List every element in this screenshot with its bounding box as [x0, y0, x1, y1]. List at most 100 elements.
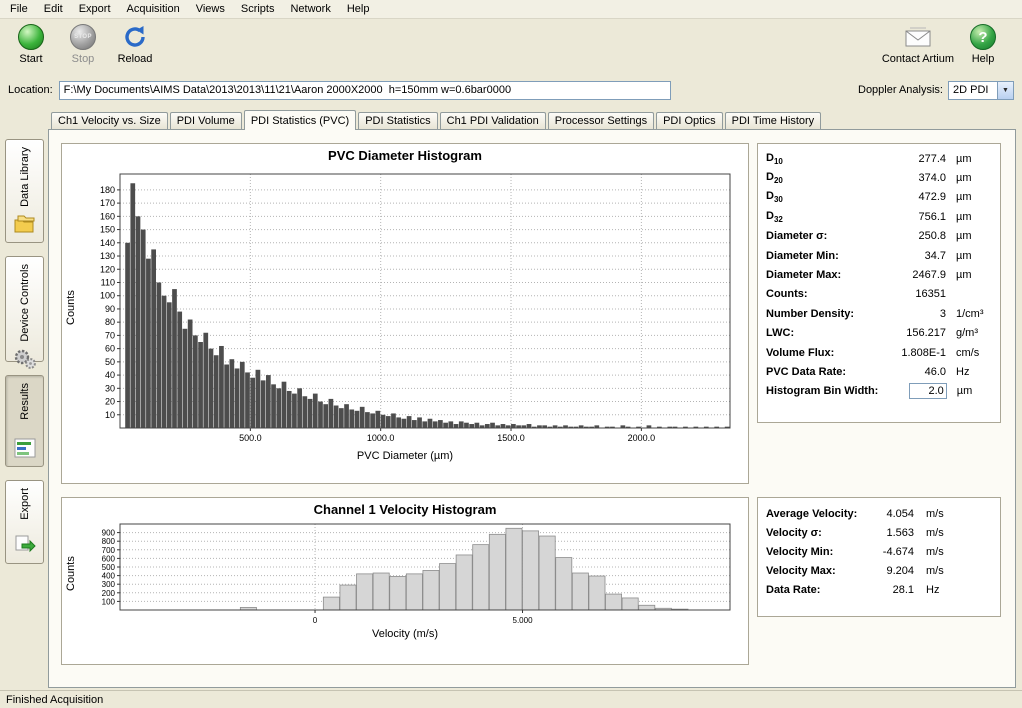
svg-text:110: 110: [101, 277, 115, 287]
stat-value: 2467.9: [876, 269, 946, 281]
stat-unit: m/s: [914, 527, 944, 539]
stat-unit: 1/cm³: [946, 308, 992, 320]
tab-ch1-velocity-vs-size[interactable]: Ch1 Velocity vs. Size: [51, 112, 168, 129]
stat-row-histogram-bin-width: Histogram Bin Width:µm: [758, 382, 1000, 401]
tab-ch1-pdi-validation[interactable]: Ch1 PDI Validation: [440, 112, 546, 129]
svg-text:200: 200: [102, 589, 116, 598]
tab-pdi-statistics-pvc[interactable]: PDI Statistics (PVC): [244, 110, 356, 130]
svg-text:500: 500: [102, 563, 116, 572]
svg-text:100: 100: [100, 291, 115, 301]
stat-label: Velocity Max:: [766, 565, 870, 577]
stat-label: Diameter Min:: [766, 250, 876, 262]
doppler-analysis-group: Doppler Analysis: 2D PDI ▼: [858, 81, 1014, 100]
envelope-icon: [904, 24, 932, 50]
svg-text:900: 900: [102, 529, 116, 538]
menu-item-file[interactable]: File: [2, 1, 36, 17]
svg-text:0: 0: [313, 616, 318, 625]
stat-row-counts: Counts:16351: [758, 285, 1000, 304]
svg-text:60: 60: [105, 344, 115, 354]
location-input[interactable]: [59, 81, 671, 100]
svg-text:180: 180: [100, 185, 115, 195]
reload-button[interactable]: Reload: [112, 24, 158, 65]
tab-bar: Ch1 Velocity vs. SizePDI VolumePDI Stati…: [48, 109, 1016, 129]
stat-row-number-density: Number Density:31/cm³: [758, 304, 1000, 323]
sidebar: Data Library Device Controls Results Export: [0, 109, 48, 690]
stat-unit: µm: [946, 191, 992, 203]
app-window: { "window": {"status": "Finished Acquisi…: [0, 0, 1022, 708]
stat-value: [878, 383, 946, 399]
stat-label: D32: [766, 210, 876, 224]
svg-text:2000.0: 2000.0: [628, 433, 656, 443]
menu-bar: FileEditExportAcquisitionViewsScriptsNet…: [0, 0, 1022, 19]
start-button[interactable]: Start: [8, 24, 54, 65]
stat-row-diameter-min: Diameter Min:34.7µm: [758, 246, 1000, 265]
stat-value: 4.054: [870, 508, 914, 520]
results-icon: [14, 438, 36, 461]
pvc-chart-ylabel: Counts: [62, 166, 80, 450]
velocity-chart-title: Channel 1 Velocity Histogram: [62, 498, 748, 520]
doppler-analysis-select[interactable]: 2D PDI ▼: [948, 81, 1014, 100]
stat-label: Volume Flux:: [766, 347, 876, 359]
menu-item-scripts[interactable]: Scripts: [233, 1, 283, 17]
stat-value: 472.9: [876, 191, 946, 203]
help-icon: ?: [970, 24, 996, 50]
menu-item-network[interactable]: Network: [282, 1, 338, 17]
histogram-bin-width-input[interactable]: [909, 383, 947, 399]
stat-row-d10: D10277.4µm: [758, 149, 1000, 168]
tab-pdi-volume[interactable]: PDI Volume: [170, 112, 242, 129]
stop-button[interactable]: STOP Stop: [60, 24, 106, 65]
sidebar-item-export[interactable]: Export: [5, 480, 44, 564]
stat-label: Average Velocity:: [766, 508, 870, 520]
menu-item-views[interactable]: Views: [188, 1, 233, 17]
pvc-chart-body: Counts 102030405060708090100110120130140…: [62, 166, 748, 450]
stat-unit: Hz: [946, 366, 992, 378]
export-icon: [14, 535, 36, 558]
menu-item-acquisition[interactable]: Acquisition: [119, 1, 188, 17]
tab-pdi-time-history[interactable]: PDI Time History: [725, 112, 822, 129]
contact-artium-label: Contact Artium: [882, 53, 954, 65]
svg-text:30: 30: [105, 383, 115, 393]
help-button[interactable]: ? Help: [960, 24, 1006, 65]
stat-unit: Hz: [914, 584, 939, 596]
stop-icon: STOP: [70, 24, 96, 50]
menu-item-export[interactable]: Export: [71, 1, 119, 17]
stat-row-d30: D30472.9µm: [758, 188, 1000, 207]
stat-value: 1.808E-1: [876, 347, 946, 359]
svg-text:800: 800: [102, 537, 116, 546]
stat-unit: µm: [946, 269, 992, 281]
sidebar-item-label: Device Controls: [19, 264, 31, 342]
stat-unit: cm/s: [946, 347, 992, 359]
stat-label: Velocity Min:: [766, 546, 870, 558]
svg-text:500.0: 500.0: [239, 433, 262, 443]
start-button-label: Start: [19, 53, 42, 65]
stat-value: 250.8: [876, 230, 946, 242]
stat-value: -4.674: [870, 546, 914, 558]
menu-item-help[interactable]: Help: [339, 1, 378, 17]
tab-pdi-optics[interactable]: PDI Optics: [656, 112, 723, 129]
stat-unit: µm: [946, 153, 992, 165]
svg-text:600: 600: [102, 554, 116, 563]
status-bar: Finished Acquisition: [0, 690, 1022, 708]
svg-text:90: 90: [105, 304, 115, 314]
sidebar-item-label: Data Library: [19, 147, 31, 207]
svg-text:5.000: 5.000: [513, 616, 534, 625]
pvc-stats-panel: D10277.4µmD20374.0µmD30472.9µmD32756.1µm…: [757, 143, 1001, 423]
stat-label: LWC:: [766, 327, 876, 339]
stat-unit: g/m³: [946, 327, 992, 339]
pvc-histogram-chart: 1020304050607080901001101201301401501601…: [80, 166, 742, 450]
sidebar-item-device-controls[interactable]: Device Controls: [5, 256, 44, 362]
stat-label: D20: [766, 171, 876, 185]
tab-processor-settings[interactable]: Processor Settings: [548, 112, 654, 129]
menu-item-edit[interactable]: Edit: [36, 1, 71, 17]
stat-label: Counts:: [766, 288, 876, 300]
stat-value: 756.1: [876, 211, 946, 223]
sidebar-item-results[interactable]: Results: [5, 375, 44, 467]
stat-label: D10: [766, 152, 876, 166]
status-text: Finished Acquisition: [6, 694, 103, 706]
contact-artium-button[interactable]: Contact Artium: [882, 24, 954, 65]
stat-row-d20: D20374.0µm: [758, 168, 1000, 187]
velocity-chart-ylabel: Counts: [62, 520, 80, 628]
tab-pdi-statistics[interactable]: PDI Statistics: [358, 112, 437, 129]
doppler-analysis-value: 2D PDI: [949, 82, 997, 99]
sidebar-item-data-library[interactable]: Data Library: [5, 139, 44, 243]
